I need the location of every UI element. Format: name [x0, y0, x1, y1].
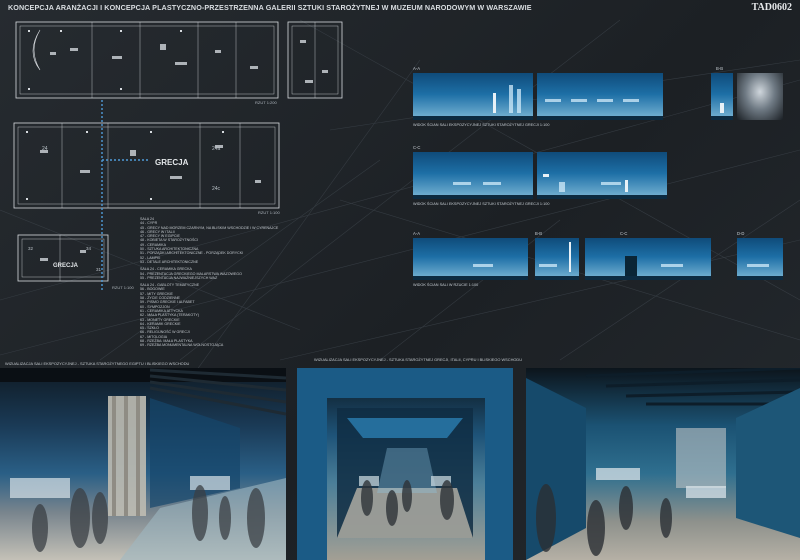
render-egypt-hall	[0, 368, 286, 560]
section-label: A-A	[413, 231, 420, 236]
room-number: 32	[28, 246, 34, 251]
room-number: 34	[86, 246, 92, 251]
section-label: B-B	[535, 231, 542, 236]
render-greece-hall	[297, 368, 513, 560]
render-caption-mid: WIZUALIZACJA SALI EKSPOZYCYJNEJ - SZTUKA…	[314, 357, 523, 362]
elevation-aa-right	[537, 73, 663, 120]
room-number: 24	[42, 146, 48, 152]
section-label: D-D	[737, 231, 745, 236]
render-caption-left: WIZUALIZACJA SALI EKSPOZYCYJNEJ - SZTUKA…	[5, 361, 190, 366]
elevation-cc-right	[537, 152, 667, 199]
top-plan-scale: RZUT 1:200	[255, 100, 277, 105]
render-greece-corridor	[526, 368, 800, 560]
section-label: C-C	[620, 231, 628, 236]
elevation-row3-d	[737, 238, 783, 280]
section-label-cc: C-C	[413, 145, 421, 150]
caption-row3: WIDOK ŚCIAN SALI W RZUCIE 1:100	[413, 283, 479, 287]
room-number: 24a	[212, 146, 221, 152]
room-label-small: GRECJA	[53, 263, 79, 269]
bottom-plan-scale: RZUT 1:100	[112, 285, 134, 290]
caption-aa: WIDOK ŚCIAN SALI EKSPOZYCYJNEJ SZTUKI ST…	[413, 123, 550, 127]
room-label-main: GRECJA	[155, 158, 189, 167]
legend-item: 69 - RZEŹBA MONUMENTALNA WOLNOSTOJĄCA	[140, 343, 224, 348]
elevation-bb	[711, 73, 733, 120]
elevation-row3-c	[585, 238, 711, 280]
plan-legend: SALA 24 44 - CYPR 45 - GRECY NAD MORZEM …	[140, 217, 280, 348]
elevation-cc-left	[413, 152, 533, 199]
photo-thumbnail	[737, 73, 783, 120]
middle-plan-scale: RZUT 1:100	[258, 210, 280, 215]
section-label-aa: A-A	[413, 66, 420, 71]
caption-cc: WIDOK ŚCIAN SALI EKSPOZYCYJNEJ SZTUKI ST…	[413, 202, 550, 206]
elevation-row3-b	[535, 238, 579, 280]
section-label-bb: B-B	[716, 66, 723, 71]
presentation-board: KONCEPCJA ARANŻACJI I KONCEPCJA PLASTYCZ…	[0, 0, 800, 560]
elevation-aa-left	[413, 73, 533, 120]
elevation-row3-a	[413, 238, 528, 280]
room-number: 31	[96, 267, 102, 272]
room-number: 24c	[212, 186, 221, 192]
